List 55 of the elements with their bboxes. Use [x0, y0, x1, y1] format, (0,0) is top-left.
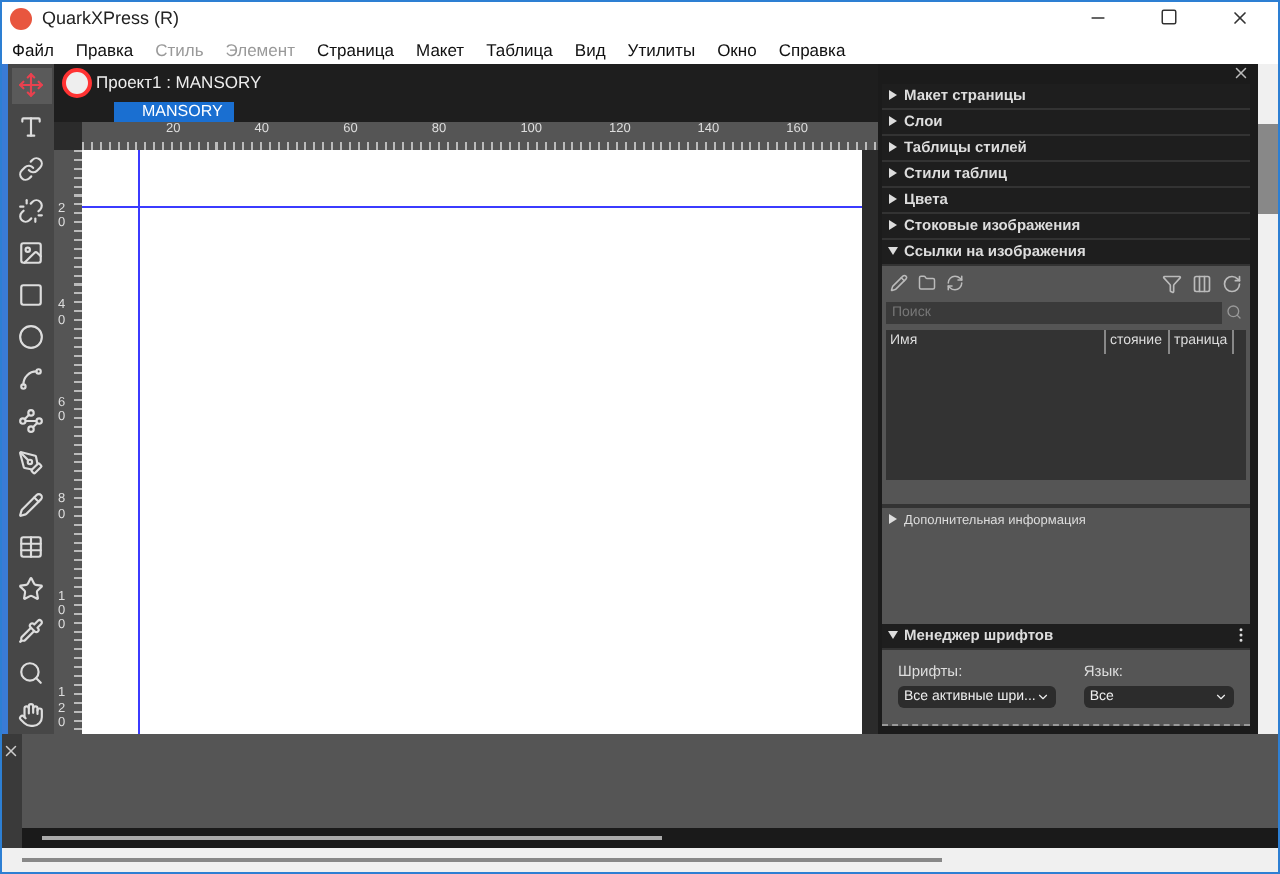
folder-icon[interactable] — [918, 274, 936, 293]
pencil-icon — [18, 492, 44, 519]
columns-icon[interactable] — [1192, 273, 1212, 294]
panel-scrollbar[interactable] — [22, 828, 1278, 849]
pen-icon — [18, 450, 44, 477]
collapsed-triangle-icon — [888, 116, 898, 127]
nodes-icon — [18, 408, 44, 435]
horizontal-scrollbar[interactable] — [2, 848, 1278, 872]
expanded-triangle-icon — [888, 246, 898, 257]
menu-item[interactable]: Файл — [12, 39, 54, 60]
menu-item[interactable]: Утилиты — [627, 39, 696, 60]
hand-icon — [18, 702, 44, 729]
document-title: Проект1 : MANSORY — [96, 72, 262, 93]
menu-item[interactable]: Правка — [75, 39, 134, 60]
zoom-icon — [18, 660, 44, 687]
table-icon — [18, 534, 44, 561]
eyedropper-icon — [18, 618, 44, 645]
collapsed-triangle-icon — [888, 142, 898, 153]
refresh-icon[interactable] — [1222, 273, 1242, 294]
pencil-icon[interactable] — [890, 274, 908, 293]
collapsed-triangle-icon — [888, 168, 898, 179]
unlink-icon — [18, 198, 44, 225]
collapsed-triangle-icon — [888, 220, 898, 231]
text-box-icon — [18, 114, 44, 141]
circle-icon — [18, 324, 44, 351]
expanded-triangle-icon — [888, 630, 898, 641]
caret-icon — [1035, 689, 1050, 704]
square-icon — [18, 282, 44, 309]
menu-item[interactable]: Страница — [316, 39, 395, 60]
star-icon — [18, 576, 44, 603]
refresh-icon[interactable] — [946, 274, 964, 293]
maximize-icon[interactable] — [1160, 8, 1178, 27]
menu-item[interactable]: Макет — [416, 39, 465, 60]
close-icon[interactable] — [1232, 63, 1250, 82]
menu-item[interactable]: Окно — [717, 39, 757, 60]
vertical-scrollbar[interactable] — [1258, 63, 1278, 735]
document-icon — [62, 67, 92, 98]
close-icon[interactable] — [1230, 8, 1250, 29]
caret-icon — [1214, 689, 1228, 704]
close-icon[interactable] — [2, 742, 20, 761]
collapsed-triangle-icon — [888, 513, 898, 524]
picture-box-icon — [18, 240, 44, 267]
collapsed-triangle-icon — [888, 90, 898, 101]
line-icon — [18, 366, 44, 393]
window-title: QuarkXPress (R) — [42, 8, 180, 29]
app-logo — [10, 7, 32, 30]
link-icon — [18, 156, 44, 183]
collapsed-triangle-icon — [888, 194, 898, 205]
menu-item[interactable]: Справка — [778, 39, 846, 60]
filter-icon[interactable] — [1162, 273, 1182, 294]
search-icon[interactable] — [1226, 304, 1242, 321]
move-icon — [18, 72, 44, 99]
layout-tab[interactable]: MANSORY — [114, 101, 235, 122]
menu-item[interactable]: Таблица — [486, 39, 553, 60]
menu-item[interactable]: Вид — [574, 39, 606, 60]
